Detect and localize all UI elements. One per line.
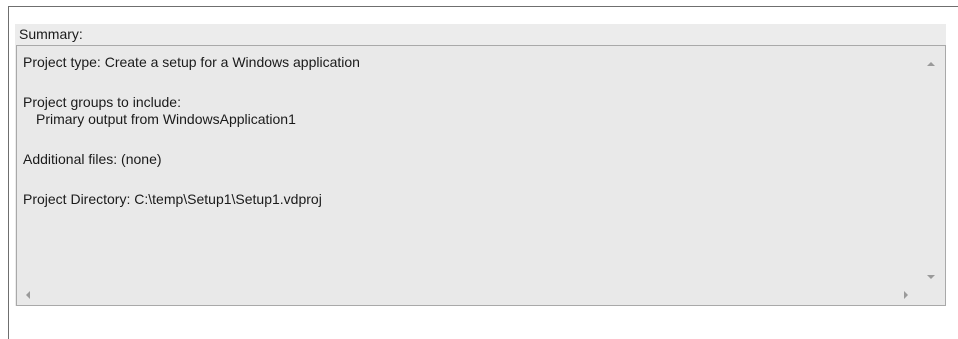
- vertical-scrollbar[interactable]: [917, 46, 945, 285]
- arrow-up-icon[interactable]: [927, 62, 935, 66]
- project-directory-line: Project Directory: C:\temp\Setup1\Setup1…: [23, 191, 322, 207]
- horizontal-scrollbar[interactable]: [17, 285, 917, 305]
- arrow-right-icon[interactable]: [904, 291, 908, 299]
- arrow-down-icon[interactable]: [927, 275, 935, 279]
- summary-textbox[interactable]: Project type: Create a setup for a Windo…: [16, 45, 946, 306]
- project-groups-heading: Project groups to include:: [23, 94, 181, 110]
- summary-content: Project type: Create a setup for a Windo…: [17, 46, 917, 285]
- scrollbar-corner: [917, 285, 945, 305]
- summary-label: Summary:: [19, 26, 83, 42]
- arrow-left-icon[interactable]: [26, 291, 30, 299]
- project-type-line: Project type: Create a setup for a Windo…: [23, 54, 360, 70]
- additional-files-line: Additional files: (none): [23, 151, 162, 167]
- project-group-item: Primary output from WindowsApplication1: [36, 111, 296, 127]
